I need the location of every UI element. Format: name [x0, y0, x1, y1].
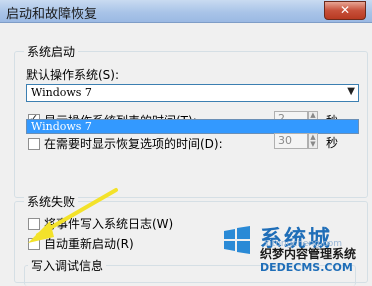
watermark: 系统城 xitongcheng.com 织梦内容管理系统 DEDECMS.COM: [220, 221, 370, 279]
window-title: 启动和故障恢复: [6, 7, 98, 22]
watermark-site-cn: 织梦内容管理系统: [260, 247, 357, 261]
title-bar: 启动和故障恢复 ✕: [0, 0, 372, 23]
dialog-body: 系统启动 默认操作系统(S): Windows 7 ▼ 显示操作系统列表的时间(…: [0, 23, 372, 286]
windows-logo-icon: [224, 226, 250, 254]
close-button[interactable]: ✕: [324, 1, 366, 20]
watermark-site-en: DEDECMS.COM: [260, 261, 353, 274]
